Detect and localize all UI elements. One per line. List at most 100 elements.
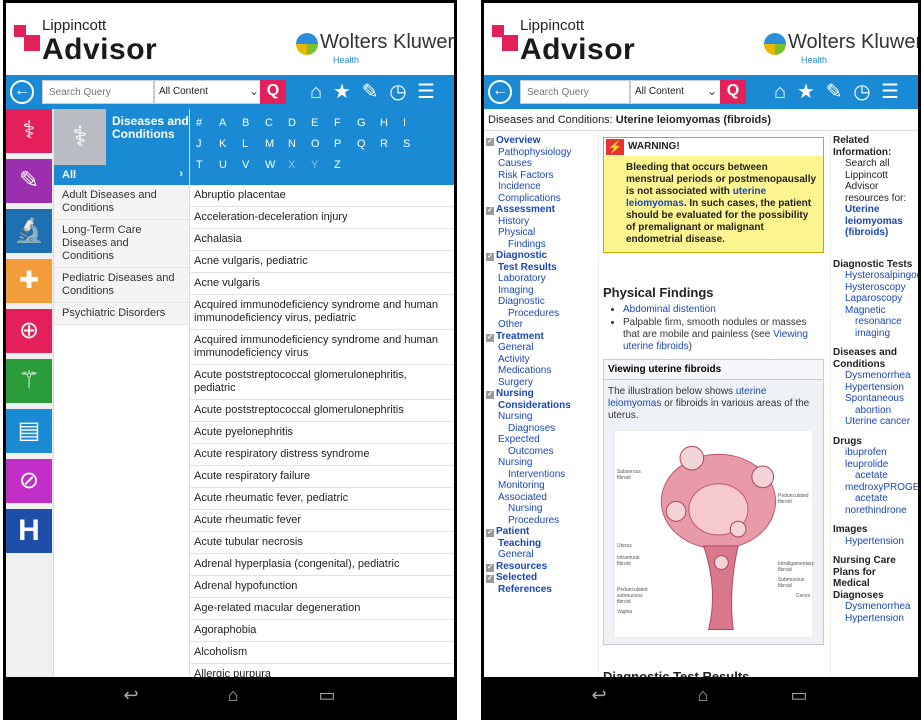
checkbox-icon[interactable]: ✓ (486, 563, 494, 572)
nav-home-icon[interactable]: ⌂ (218, 685, 248, 706)
related-link[interactable]: Laparoscopy (833, 293, 916, 305)
toc-section-selected[interactable]: ✓ Selected (486, 572, 594, 584)
bandage-icon[interactable]: ✚ (6, 259, 52, 303)
alphabet-letter[interactable]: X (288, 157, 311, 178)
disease-list-item[interactable]: Acquired immunodeficiency syndrome and h… (190, 295, 454, 330)
related-link[interactable]: Uterine cancer (833, 416, 916, 428)
related-link[interactable]: Hysteroscopy (833, 282, 916, 294)
checkbox-icon[interactable]: ✓ (486, 207, 494, 215)
alphabet-letter[interactable]: W (265, 157, 288, 178)
nav-recents-icon[interactable]: ▭ (312, 685, 342, 706)
star-icon[interactable]: ★ (330, 79, 354, 105)
alphabet-letter[interactable]: # (196, 115, 219, 136)
home-icon[interactable]: ⌂ (304, 79, 328, 105)
nav-back-icon[interactable]: ↩ (584, 685, 614, 706)
category-item-all[interactable]: All › (54, 165, 189, 185)
toc-item-cont[interactable]: Interventions (486, 469, 594, 481)
toc-section-cont[interactable]: References (486, 584, 594, 596)
related-link-cont[interactable]: resonance (833, 316, 916, 328)
alphabet-letter[interactable]: G (357, 115, 380, 136)
disease-list-item[interactable]: Adrenal hypofunction (190, 576, 454, 598)
toc-item[interactable]: Surgery (486, 377, 594, 389)
menu-icon[interactable]: ☰ (878, 79, 902, 105)
hospital-icon[interactable]: H (6, 509, 52, 553)
related-link[interactable]: Hypertension (833, 613, 916, 625)
toc-item[interactable]: Complications (486, 193, 594, 205)
disease-list-item[interactable]: Acute respiratory distress syndrome (190, 444, 454, 466)
toc-section-nursing[interactable]: ✓ Nursing (486, 388, 594, 400)
alphabet-letter[interactable]: Y (311, 157, 334, 178)
microscope-icon[interactable]: 🔬 (6, 209, 52, 253)
disease-list-item[interactable]: Achalasia (190, 229, 454, 251)
toc-item[interactable]: Risk Factors (486, 170, 594, 182)
toc-item-cont[interactable]: Procedures (486, 308, 594, 320)
toc-section-cont[interactable]: Considerations (486, 400, 594, 412)
content-filter-select[interactable]: All Content ⌄ (154, 80, 264, 104)
nav-home-icon[interactable]: ⌂ (688, 685, 718, 706)
alphabet-letter[interactable]: U (219, 157, 242, 178)
related-link[interactable]: Dysmenorrhea (833, 601, 916, 613)
search-icon[interactable]: Q (260, 80, 286, 104)
alphabet-letter[interactable]: I (403, 115, 426, 136)
alphabet-letter[interactable]: F (334, 115, 357, 136)
toc-item[interactable]: General (486, 342, 594, 354)
checkbox-icon[interactable]: ✓ (486, 333, 494, 342)
related-link-cont[interactable]: acetate (833, 493, 916, 505)
content-filter-select[interactable]: All Content ⌄ (630, 80, 722, 104)
related-topic-link[interactable]: leiomyomas (833, 216, 916, 228)
toc-item[interactable]: Activity (486, 354, 594, 366)
category-item[interactable]: Adult Diseases and Conditions (54, 185, 189, 220)
checkbox-icon[interactable]: ✓ (486, 138, 494, 146)
star-icon[interactable]: ★ (794, 79, 818, 105)
toc-section-cont[interactable]: Teaching (486, 538, 594, 550)
disease-list-item[interactable]: Acute poststreptococcal glomerulonephrit… (190, 365, 454, 400)
toc-section-resources[interactable]: ✓ Resources (486, 561, 594, 573)
related-link[interactable]: Hypertension (833, 536, 916, 548)
related-link[interactable]: norethindrone (833, 505, 916, 517)
disease-list-item[interactable]: Alcoholism (190, 642, 454, 664)
toc-item[interactable]: Physical (486, 227, 594, 239)
related-link[interactable]: Spontaneous (833, 393, 916, 405)
toc-item[interactable]: General (486, 549, 594, 561)
toc-item[interactable]: Expected (486, 434, 594, 446)
alphabet-letter[interactable]: J (196, 136, 219, 157)
related-link-cont[interactable]: abortion (833, 405, 916, 417)
disease-list-item[interactable]: Acute poststreptococcal glomerulonephrit… (190, 400, 454, 422)
toc-section-assessment[interactable]: ✓ Assessment (486, 204, 594, 216)
related-topic-link[interactable]: (fibroids) (833, 227, 916, 239)
toc-item-cont[interactable]: Outcomes (486, 446, 594, 458)
alphabet-letter[interactable]: C (265, 115, 288, 136)
toc-item[interactable]: Causes (486, 158, 594, 170)
lab-chart-icon[interactable]: ▤ (6, 409, 52, 453)
nav-back-icon[interactable]: ↩ (116, 685, 146, 706)
alphabet-letter[interactable]: O (311, 136, 334, 157)
nutrition-icon[interactable]: ⊘ (6, 459, 52, 503)
related-link-cont[interactable]: imaging (833, 328, 916, 340)
toc-section-patient[interactable]: ✓ Patient (486, 526, 594, 538)
home-icon[interactable]: ⌂ (768, 79, 792, 105)
abdominal-distention-link[interactable]: Abdominal distention (623, 304, 716, 315)
checkbox-icon[interactable]: ✓ (486, 529, 494, 537)
related-link[interactable]: ibuprofen (833, 447, 916, 459)
alphabet-letter[interactable]: B (242, 115, 265, 136)
toc-item[interactable]: Incidence (486, 181, 594, 193)
toc-item[interactable]: Nursing (486, 457, 594, 469)
toc-item[interactable]: Other (486, 319, 594, 331)
toc-item-cont[interactable]: Nursing (486, 503, 594, 515)
pills-icon[interactable]: ⊕ (6, 309, 52, 353)
toc-item[interactable]: Diagnostic (486, 296, 594, 308)
pencil-icon[interactable]: ✎ (358, 79, 382, 105)
alphabet-letter[interactable]: H (380, 115, 403, 136)
toc-section-diagnostic[interactable]: ✓ Diagnostic (486, 250, 594, 262)
search-input[interactable] (520, 80, 630, 104)
history-icon[interactable]: ◷ (386, 79, 410, 105)
syringe-icon[interactable]: ✎ (6, 159, 52, 203)
uterus-fibroids-illustration[interactable]: Subserous fibroid Pedunculated fibroid U… (614, 430, 814, 638)
toc-item-cont[interactable]: Diagnoses (486, 423, 594, 435)
toc-item[interactable]: Pathophysiology (486, 147, 594, 159)
toc-item[interactable]: Nursing (486, 411, 594, 423)
disease-list-item[interactable]: Acute respiratory failure (190, 466, 454, 488)
toc-section-cont[interactable]: Test Results (486, 262, 594, 274)
related-topic-link[interactable]: Uterine (833, 204, 916, 216)
search-icon[interactable]: Q (720, 80, 746, 104)
